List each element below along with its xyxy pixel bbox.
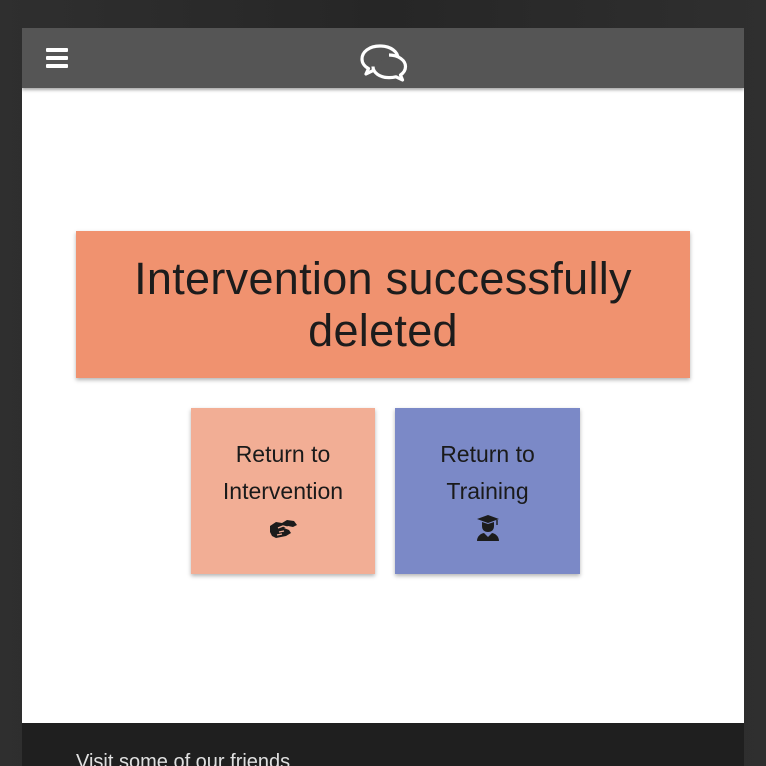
- success-message-text: Intervention successfully deleted: [134, 252, 632, 356]
- return-to-training-label: Return to Training: [440, 441, 535, 504]
- success-message-banner: Intervention successfully deleted: [76, 231, 690, 378]
- return-to-intervention-button[interactable]: Return to Intervention: [191, 408, 375, 574]
- chat-bubbles-icon[interactable]: [360, 42, 408, 82]
- footer: Visit some of our friends: [22, 723, 744, 766]
- graduate-icon: [476, 515, 499, 541]
- top-navbar: [22, 28, 744, 88]
- main-content: Intervention successfully deleted Return…: [22, 88, 744, 723]
- handshake-icon: [270, 520, 297, 538]
- app-window: Intervention successfully deleted Return…: [22, 28, 744, 766]
- return-to-intervention-label: Return to Intervention: [222, 441, 344, 504]
- return-to-training-button[interactable]: Return to Training: [395, 408, 580, 574]
- app-frame: Intervention successfully deleted Return…: [0, 0, 766, 766]
- footer-friends-text: Visit some of our friends: [76, 751, 291, 766]
- hamburger-menu-icon[interactable]: [46, 48, 68, 68]
